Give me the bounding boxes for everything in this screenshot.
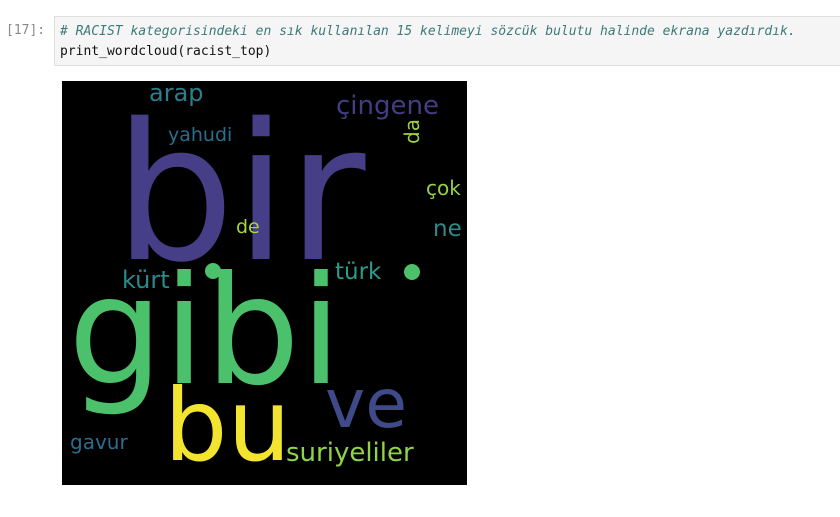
word-yahudi: yahudi bbox=[168, 124, 232, 146]
word-gavur: gavur bbox=[70, 430, 128, 454]
word-ne: ne bbox=[433, 216, 462, 242]
word-suriyeliler: suriyeliler bbox=[286, 438, 414, 468]
word-de: de bbox=[236, 216, 260, 238]
code-cell-input[interactable]: # RACIST kategorisindeki en sık kullanıl… bbox=[54, 16, 840, 66]
word-turk: türk bbox=[335, 259, 382, 285]
wordcloud-dot bbox=[205, 263, 221, 279]
word-kurt: kürt bbox=[122, 266, 170, 294]
word-da: da bbox=[400, 119, 424, 144]
code-comment: # RACIST kategorisindeki en sık kullanıl… bbox=[60, 24, 796, 39]
word-bu: bu bbox=[164, 367, 291, 484]
code-line: print_wordcloud(racist_top) bbox=[60, 44, 272, 59]
word-arap: arap bbox=[149, 81, 204, 107]
word-ve: ve bbox=[325, 365, 407, 444]
wordcloud-dot bbox=[404, 264, 420, 280]
cell-prompt: [17]: bbox=[6, 23, 46, 38]
word-cok: çok bbox=[426, 176, 461, 200]
word-cingene: çingene bbox=[336, 91, 439, 121]
wordcloud-canvas: bir gibi bu ve suriyeliler çingene arap … bbox=[62, 81, 467, 485]
wordcloud-output-image: bir gibi bu ve suriyeliler çingene arap … bbox=[62, 81, 467, 485]
